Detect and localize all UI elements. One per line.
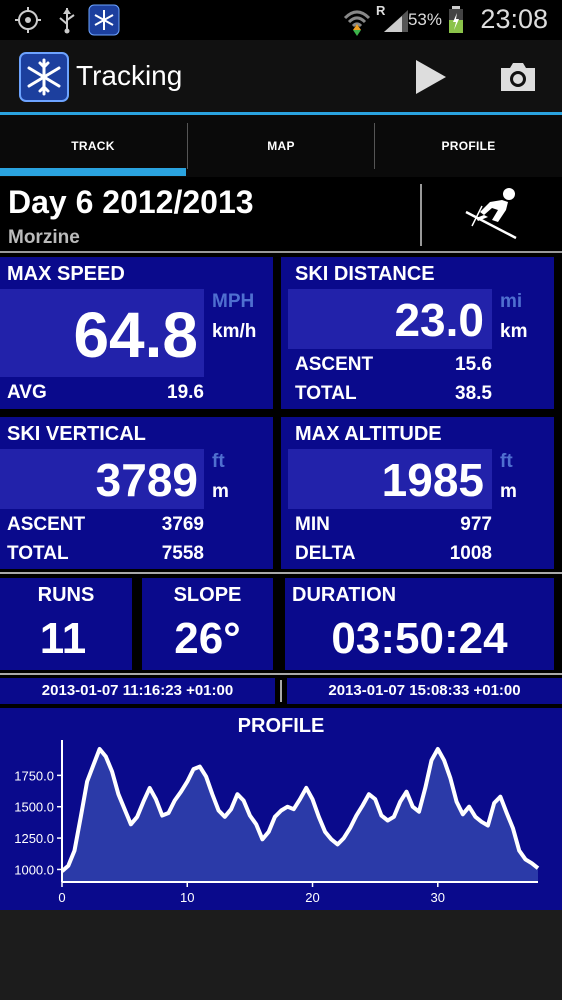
vertical-ascent-value: 3769	[161, 514, 204, 535]
altitude-delta-value: 1008	[449, 543, 492, 564]
max-speed-value: 64.8	[73, 299, 198, 371]
max-altitude-unit: m	[500, 481, 517, 502]
max-speed-unit-alt[interactable]: MPH	[212, 291, 254, 313]
tab-map[interactable]: MAP	[188, 115, 374, 177]
distance-ascent-label: ASCENT	[295, 354, 374, 375]
slope-value: 26°	[174, 614, 241, 663]
end-timestamp: 2013-01-07 15:08:33 +01:00	[328, 682, 521, 699]
y-tick-label: 1250.0	[14, 831, 54, 846]
ski-vertical-unit-alt[interactable]: ft	[212, 451, 225, 473]
altitude-min-value: 977	[460, 514, 492, 535]
header-divider	[420, 184, 422, 246]
duration-title: DURATION	[292, 584, 397, 606]
play-icon[interactable]	[412, 58, 448, 96]
app-snowflake-icon[interactable]	[19, 52, 69, 102]
distance-total-label: TOTAL	[295, 383, 357, 404]
wifi-icon	[343, 10, 371, 36]
y-tick-label: 1500.0	[14, 800, 54, 815]
row-divider	[0, 572, 562, 574]
max-altitude-panel[interactable]: MAX ALTITUDE 1985 ft m MIN 977 DELTA 100…	[281, 417, 554, 569]
altitude-delta-label: DELTA	[295, 543, 356, 564]
tab-selected-indicator	[0, 168, 186, 176]
max-speed-panel[interactable]: MAX SPEED 64.8 MPH km/h AVG 19.6	[0, 257, 273, 409]
avg-speed-value: 19.6	[167, 382, 204, 403]
app-notification-icon	[88, 4, 120, 36]
day-title: Day 6 2012/2013	[8, 184, 254, 220]
status-bar: R 53% 23:08	[0, 0, 562, 40]
ski-vertical-panel[interactable]: SKI VERTICAL 3789 ft m ASCENT 3769 TOTAL…	[0, 417, 273, 569]
start-timestamp: 2013-01-07 11:16:23 +01:00	[41, 682, 234, 699]
start-time-panel: 2013-01-07 11:16:23 +01:00	[0, 678, 275, 704]
ski-vertical-unit: m	[212, 481, 229, 502]
ski-distance-panel[interactable]: SKI DISTANCE 23.0 mi km ASCENT 15.6 TOTA…	[281, 257, 554, 409]
x-tick-label: 0	[58, 890, 65, 905]
profile-area-fill	[62, 749, 538, 882]
usb-icon	[59, 8, 75, 34]
ski-distance-unit-alt[interactable]: mi	[500, 291, 522, 313]
max-altitude-unit-alt[interactable]: ft	[500, 451, 513, 473]
duration-value: 03:50:24	[331, 614, 508, 663]
vertical-ascent-label: ASCENT	[7, 514, 86, 535]
camera-icon[interactable]	[498, 60, 538, 94]
gps-icon	[15, 7, 41, 33]
clock: 23:08	[480, 4, 548, 34]
max-altitude-value: 1985	[381, 454, 484, 506]
ski-vertical-title: SKI VERTICAL	[7, 423, 146, 445]
x-tick-label: 10	[180, 890, 194, 905]
duration-panel[interactable]: DURATION 03:50:24	[285, 578, 554, 670]
max-altitude-title: MAX ALTITUDE	[295, 423, 442, 445]
header-bottom-divider	[0, 251, 562, 253]
end-time-panel: 2013-01-07 15:08:33 +01:00	[287, 678, 562, 704]
chart-title: PROFILE	[238, 715, 325, 737]
x-tick-label: 20	[305, 890, 319, 905]
bottom-background	[0, 910, 562, 1000]
slope-title: SLOPE	[173, 584, 242, 606]
battery-icon	[449, 6, 463, 33]
y-tick-label: 1000.0	[14, 862, 54, 877]
vertical-total-value: 7558	[161, 543, 204, 564]
avg-speed-label: AVG	[7, 382, 47, 403]
y-tick-label: 1750.0	[14, 768, 54, 783]
runs-value: 11	[39, 614, 87, 663]
profile-chart-panel[interactable]: PROFILE 1000.0 1250.0 1500.0 1750.0 0 10 20 30	[0, 708, 562, 910]
vertical-total-label: TOTAL	[7, 543, 69, 564]
page-title: Tracking	[76, 60, 183, 91]
action-bar: Tracking	[0, 40, 562, 112]
slope-panel[interactable]: SLOPE 26°	[142, 578, 273, 670]
day-location: Morzine	[8, 227, 80, 248]
max-speed-unit: km/h	[212, 321, 257, 342]
row-divider	[0, 673, 562, 675]
distance-ascent-value: 15.6	[455, 354, 492, 375]
max-speed-title: MAX SPEED	[7, 263, 125, 285]
battery-percentage: 53%	[407, 10, 442, 29]
ski-distance-unit: km	[500, 321, 528, 342]
timestamp-divider	[280, 680, 282, 702]
skier-icon[interactable]	[462, 186, 520, 242]
x-tick-label: 30	[431, 890, 445, 905]
distance-total-value: 38.5	[455, 383, 492, 404]
ski-distance-title: SKI DISTANCE	[295, 263, 435, 285]
altitude-min-label: MIN	[295, 514, 330, 535]
ski-vertical-value: 3789	[95, 454, 198, 506]
runs-panel[interactable]: RUNS 11	[0, 578, 132, 670]
ski-distance-value: 23.0	[394, 294, 484, 346]
tab-profile[interactable]: PROFILE	[375, 115, 562, 177]
runs-title: RUNS	[37, 584, 95, 606]
signal-icon	[384, 10, 408, 32]
profile-chart: PROFILE 1000.0 1250.0 1500.0 1750.0 0 10 20 30	[14, 715, 540, 905]
